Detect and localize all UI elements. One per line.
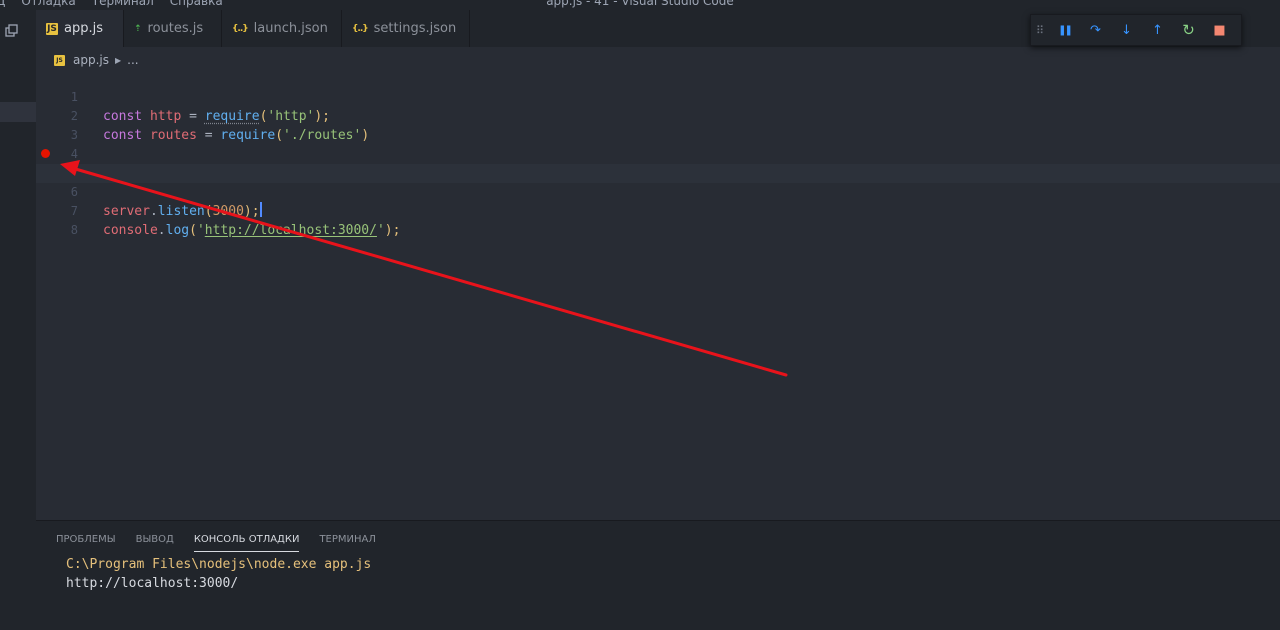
title-bar: Д Отладка Терминал Справка app.js - 41 -… [0,0,1280,10]
tab-problems[interactable]: ПРОБЛЕМЫ [56,534,116,552]
tab-label: settings.json [373,21,457,36]
restart-icon: ↻ [1182,21,1195,39]
code-line[interactable]: 4 const server = http.createServer(route… [36,126,1280,181]
breadcrumb-symbol[interactable]: ... [127,53,138,67]
js-file-icon: JS [54,54,65,66]
stop-button[interactable]: ■ [1204,15,1235,45]
tab-settings-json[interactable]: {..} settings.json [342,10,470,47]
debug-toolbar: ⠿ ❚❚ ↷ ↓ ↑ ↻ ■ [1030,14,1242,46]
window-title: app.js - 41 - Visual Studio Code [546,0,734,8]
explorer-icon[interactable] [5,24,19,38]
pause-icon: ❚❚ [1058,24,1073,36]
console-output-line: http://localhost:3000/ [66,576,239,591]
tab-app-js[interactable]: JS app.js [36,10,124,47]
tab-debug-console[interactable]: КОНСОЛЬ ОТЛАДКИ [193,534,300,552]
code-editor[interactable]: 1 const http = require('http'); 2 const … [36,68,1280,520]
code-line[interactable]: 2 const routes = require('./routes') [36,88,1280,143]
code-line[interactable]: 5 [36,145,1280,180]
chevron-right-icon: ▶ [115,55,122,65]
code-line[interactable]: 8 [36,202,1280,237]
breakpoint-dot[interactable] [41,149,50,158]
tab-terminal[interactable]: ТЕРМИНАЛ [319,534,375,552]
routes-file-icon: ⇡ [134,23,142,34]
js-file-icon: JS [46,22,58,35]
code-line[interactable]: 7 console.log('http://localhost:3000/'); [36,183,1280,238]
step-into-icon: ↓ [1121,22,1132,38]
stop-icon: ■ [1213,22,1226,38]
tab-launch-json[interactable]: {..} launch.json [222,10,342,47]
activity-bar-active-item[interactable] [0,102,36,122]
json-file-icon: {..} [232,23,249,34]
tab-label: routes.js [147,21,204,36]
panel-tabs: ПРОБЛЕМЫ ВЫВОД КОНСОЛЬ ОТЛАДКИ ТЕРМИНАЛ [56,534,396,552]
url-link: http://localhost:3000/ [204,223,377,238]
breadcrumb-file[interactable]: app.js [73,53,109,67]
step-over-button[interactable]: ↷ [1080,15,1111,45]
step-out-icon: ↑ [1152,22,1163,38]
tab-label: app.js [64,21,103,36]
step-into-button[interactable]: ↓ [1111,15,1142,45]
step-over-icon: ↷ [1090,22,1101,38]
console-output-line: C:\Program Files\nodejs\node.exe app.js [66,557,372,572]
pause-button[interactable]: ❚❚ [1049,15,1080,45]
line-number: 8 [70,223,78,237]
step-out-button[interactable]: ↑ [1142,15,1173,45]
tab-output[interactable]: ВЫВОД [136,534,174,552]
tab-routes-js[interactable]: ⇡ routes.js [124,10,222,47]
bottom-panel: ПРОБЛЕМЫ ВЫВОД КОНСОЛЬ ОТЛАДКИ ТЕРМИНАЛ … [36,520,1280,630]
breadcrumb: JS app.js ▶ ... [54,52,139,68]
code-line[interactable]: 3 [36,107,1280,142]
code-line-current[interactable]: 6 server.listen(3000); [36,164,1280,219]
json-file-icon: {..} [352,23,369,34]
code-text: console.log('http://localhost:3000/'); [103,223,401,238]
drag-grip-icon[interactable]: ⠿ [1031,15,1049,45]
code-line[interactable]: 1 const http = require('http'); [36,69,1280,124]
tab-label: launch.json [253,21,328,36]
restart-button[interactable]: ↻ [1173,15,1204,45]
activity-bar [0,10,36,630]
